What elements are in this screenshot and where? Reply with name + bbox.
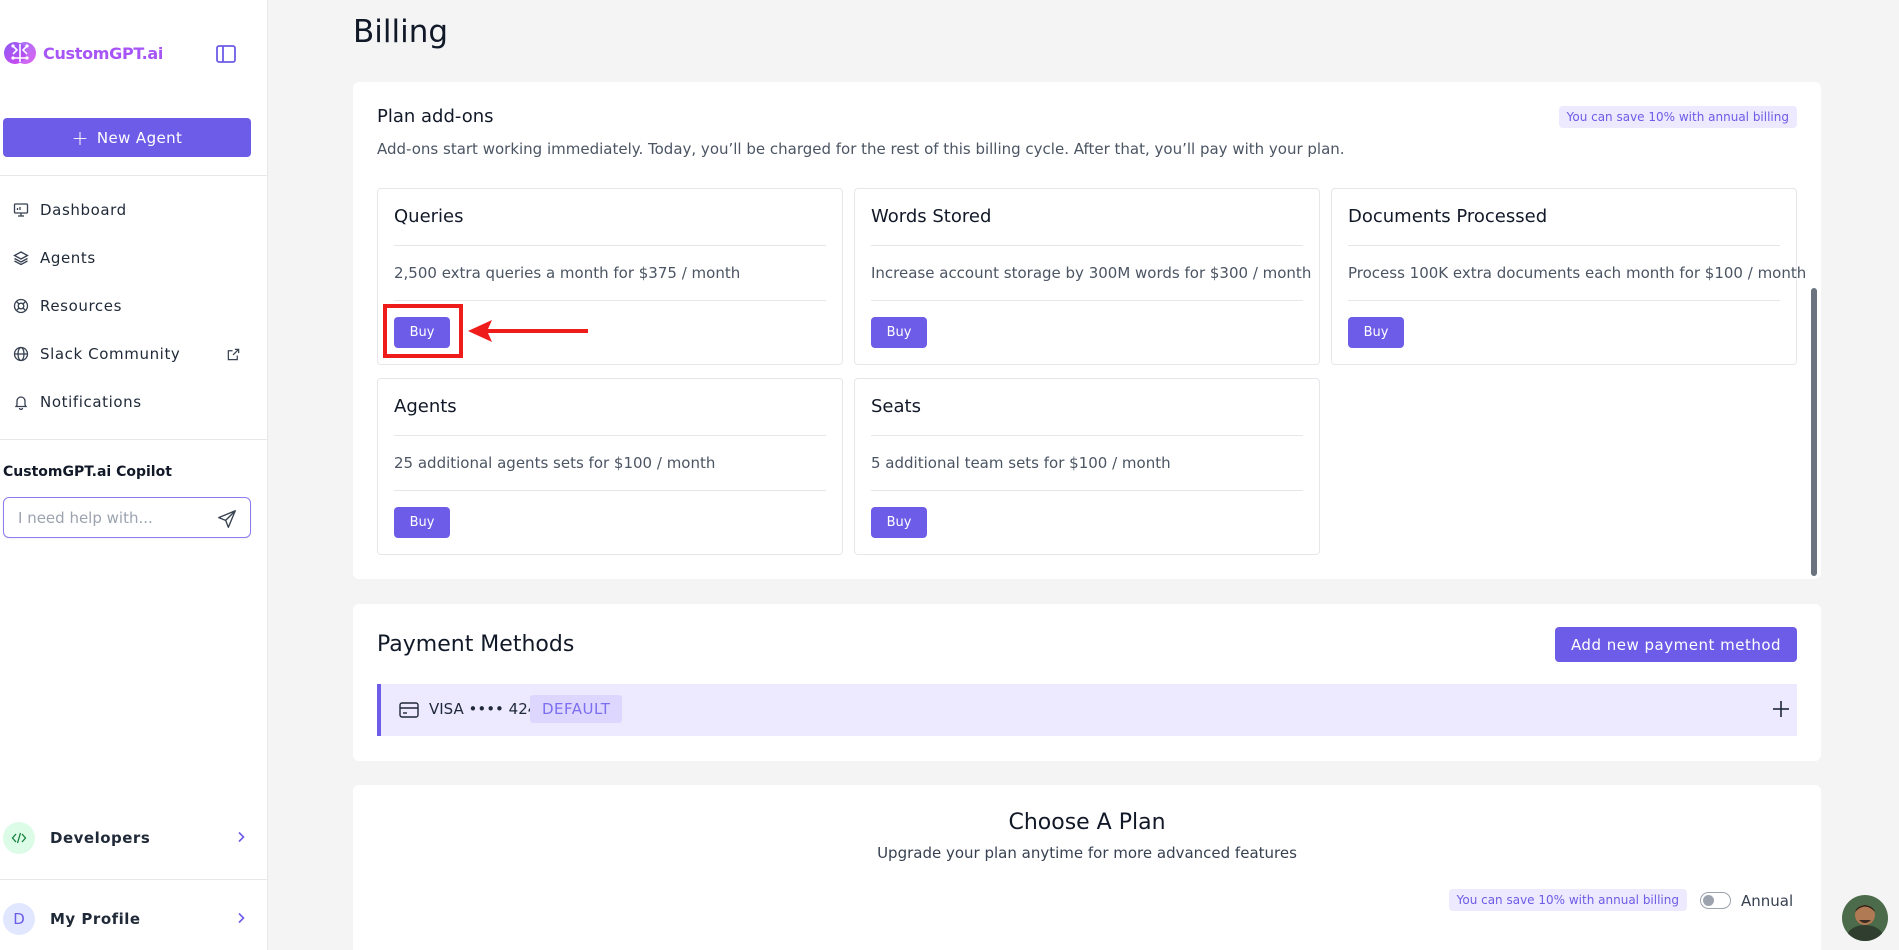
copilot-input[interactable]: [18, 507, 198, 529]
divider: [394, 300, 826, 301]
sidebar-item-label: Slack Community: [40, 345, 181, 363]
credit-card-icon: [399, 702, 419, 718]
logo-row: CustomGPT.ai: [0, 34, 268, 74]
code-icon: [3, 822, 35, 854]
divider: [871, 435, 1303, 436]
annual-savings-badge: You can save 10% with annual billing: [1558, 106, 1797, 128]
sidebar-item-agents[interactable]: Agents: [0, 240, 268, 276]
brand-name: CustomGPT.ai: [43, 44, 164, 63]
sidebar-item-label: Resources: [40, 297, 123, 315]
developers-menu[interactable]: Developers: [0, 816, 268, 860]
divider: [394, 435, 826, 436]
choose-plan-title: Choose A Plan: [1008, 810, 1166, 835]
divider: [0, 439, 268, 440]
default-badge: DEFAULT: [530, 695, 623, 723]
bell-icon: [14, 396, 28, 410]
divider: [394, 245, 826, 246]
sidebar-item-label: Notifications: [40, 393, 142, 411]
plus-icon: +: [71, 125, 89, 150]
my-profile-label: My Profile: [50, 910, 141, 928]
toggle-knob: [1703, 895, 1714, 906]
my-profile-menu[interactable]: D My Profile: [0, 897, 268, 941]
addon-title: Documents Processed: [1348, 206, 1548, 227]
copilot-input-box: [3, 497, 251, 538]
new-agent-button[interactable]: + New Agent: [3, 118, 251, 157]
addon-description: Increase account storage by 300M words f…: [871, 264, 1312, 282]
addons-description: Add-ons start working immediately. Today…: [377, 140, 1345, 158]
plus-icon[interactable]: [1770, 698, 1792, 720]
divider: [0, 175, 268, 176]
divider: [1348, 245, 1780, 246]
sidebar-item-resources[interactable]: Resources: [0, 288, 268, 324]
chevron-right-icon: [238, 831, 245, 843]
buy-documents-processed-button[interactable]: Buy: [1348, 317, 1404, 348]
sidebar-item-notifications[interactable]: Notifications: [0, 384, 268, 420]
payment-methods-card: Payment Methods Add new payment method V…: [353, 604, 1821, 761]
annual-label: Annual: [1741, 892, 1794, 910]
support-chat-avatar[interactable]: [1842, 895, 1888, 941]
sidebar-item-dashboard[interactable]: Dashboard: [0, 192, 268, 228]
addon-description: 5 additional team sets for $100 / month: [871, 454, 1171, 472]
scrollbar-thumb[interactable]: [1811, 288, 1817, 576]
addon-description: Process 100K extra documents each month …: [1348, 264, 1807, 282]
divider: [0, 879, 268, 880]
buy-words-stored-button[interactable]: Buy: [871, 317, 927, 348]
page-title: Billing: [353, 14, 449, 50]
annotation-highlight-box: [383, 304, 463, 358]
add-payment-method-button[interactable]: Add new payment method: [1555, 627, 1797, 662]
developers-label: Developers: [50, 829, 151, 847]
addon-card-documents-processed: Documents Processed Process 100K extra d…: [1331, 188, 1806, 365]
avatar: D: [3, 903, 35, 935]
choose-plan-subtitle: Upgrade your plan anytime for more advan…: [877, 844, 1297, 862]
addon-description: 25 additional agents sets for $100 / mon…: [394, 454, 716, 472]
addon-card-seats: Seats 5 additional team sets for $100 / …: [854, 378, 1320, 555]
globe-icon: [13, 346, 29, 362]
layers-icon: [13, 251, 29, 266]
annual-savings-badge: You can save 10% with annual billing: [1448, 889, 1687, 911]
external-link-icon: [227, 348, 240, 360]
new-agent-label: New Agent: [96, 128, 183, 147]
addon-title: Agents: [394, 396, 457, 417]
addon-description: 2,500 extra queries a month for $375 / m…: [394, 264, 741, 282]
sidebar-item-slack-community[interactable]: Slack Community: [0, 336, 268, 372]
buy-agents-button[interactable]: Buy: [394, 507, 450, 538]
send-icon[interactable]: [216, 508, 238, 530]
sidebar-item-label: Agents: [40, 249, 96, 267]
sidebar-collapse-icon[interactable]: [214, 42, 238, 66]
addon-title: Seats: [871, 396, 921, 417]
brain-logo-icon: [4, 42, 36, 64]
person-avatar-icon: [1842, 895, 1888, 941]
lifebuoy-icon: [13, 298, 29, 314]
addon-card-agents: Agents 25 additional agents sets for $10…: [377, 378, 843, 555]
choose-plan-card: Choose A Plan Upgrade your plan anytime …: [353, 785, 1821, 950]
divider: [1348, 300, 1780, 301]
sidebar: CustomGPT.ai + New Agent Dashboard Agent…: [0, 0, 268, 950]
copilot-title: CustomGPT.ai Copilot: [3, 464, 172, 480]
annotation-arrow-icon: [468, 320, 588, 342]
divider: [394, 490, 826, 491]
divider: [871, 300, 1303, 301]
chevron-right-icon: [238, 912, 245, 924]
divider: [871, 245, 1303, 246]
payment-card-row[interactable]: VISA •••• 4242 DEFAULT: [377, 684, 1797, 736]
dashboard-icon: [13, 203, 29, 217]
addon-title: Queries: [394, 206, 464, 227]
addon-card-words-stored: Words Stored Increase account storage by…: [854, 188, 1320, 365]
buy-seats-button[interactable]: Buy: [871, 507, 927, 538]
sidebar-item-label: Dashboard: [40, 201, 127, 219]
divider: [871, 490, 1303, 491]
annual-billing-toggle[interactable]: [1700, 892, 1731, 909]
addon-title: Words Stored: [871, 206, 992, 227]
addons-title: Plan add-ons: [377, 106, 494, 127]
payment-methods-title: Payment Methods: [377, 632, 575, 657]
